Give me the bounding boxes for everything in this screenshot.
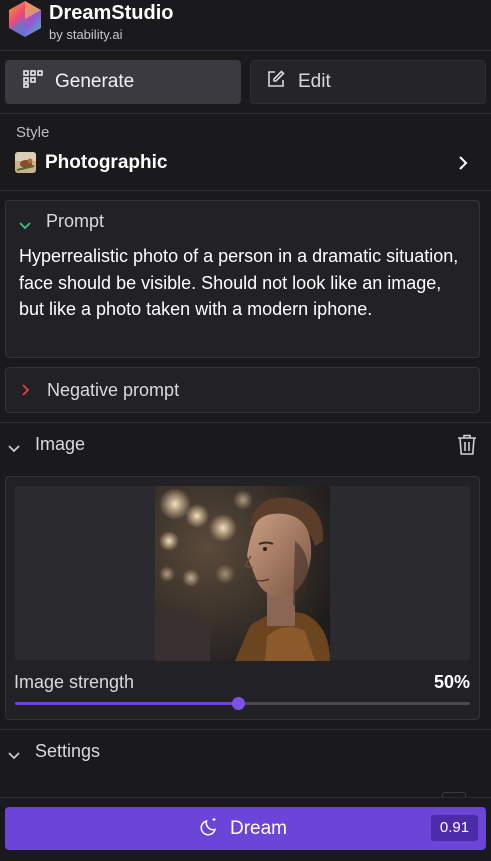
style-thumbnail	[15, 152, 36, 173]
dreamstudio-logo-icon	[7, 0, 43, 38]
chevron-down-icon[interactable]	[18, 217, 32, 235]
tab-edit-label: Edit	[298, 71, 331, 92]
style-label: Style	[16, 124, 50, 141]
prompt-input[interactable]: Hyperrealistic photo of a person in a dr…	[19, 243, 469, 323]
divider	[0, 422, 491, 423]
app-title: DreamStudio	[49, 2, 174, 24]
tab-generate[interactable]: Generate	[5, 60, 241, 104]
dream-button-content[interactable]: Dream	[200, 816, 287, 842]
chevron-right-icon[interactable]	[21, 383, 31, 402]
slider-fill	[15, 702, 238, 705]
prompt-header[interactable]: Prompt	[46, 211, 104, 232]
negative-prompt-header[interactable]: Negative prompt	[47, 380, 179, 401]
chevron-down-icon[interactable]	[7, 747, 21, 765]
dream-button-label: Dream	[230, 818, 288, 839]
settings-section-header[interactable]: Settings	[35, 741, 100, 762]
credit-cost-badge: 0.91	[431, 815, 478, 841]
edit-icon	[266, 69, 286, 95]
image-strength-label: Image strength	[14, 672, 135, 692]
tab-generate-label: Generate	[55, 71, 135, 92]
divider	[0, 190, 491, 191]
divider	[0, 113, 491, 114]
divider	[0, 729, 491, 730]
chevron-right-icon[interactable]	[456, 154, 470, 172]
init-image[interactable]	[155, 486, 330, 661]
moon-icon	[200, 816, 220, 842]
image-section-header[interactable]: Image	[35, 434, 85, 455]
tab-edit[interactable]: Edit	[250, 60, 486, 104]
chevron-down-icon[interactable]	[7, 440, 21, 458]
slider-thumb[interactable]	[232, 697, 245, 710]
style-value[interactable]: Photographic	[45, 152, 167, 174]
app-byline: by stability.ai	[49, 27, 123, 42]
grid-icon	[23, 70, 43, 94]
image-strength-value: 50%	[433, 672, 470, 692]
trash-icon[interactable]	[457, 434, 477, 461]
